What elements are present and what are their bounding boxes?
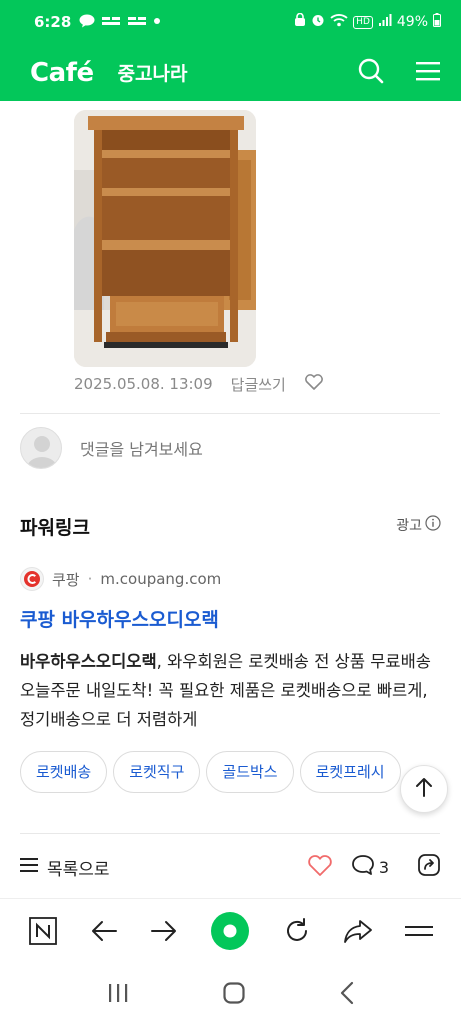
hd-icon: HD <box>353 15 373 29</box>
audio-rack-image <box>74 110 256 367</box>
heart-outline-icon[interactable] <box>304 373 324 395</box>
ad-label[interactable]: 광고 <box>396 515 441 535</box>
ad-source[interactable]: 쿠팡 · m.coupang.com <box>20 567 221 591</box>
avatar <box>20 427 62 469</box>
cafe-logo[interactable]: Café <box>30 58 94 88</box>
share-arrow-icon[interactable] <box>343 918 373 948</box>
post-date: 2025.05.08. 13:09 <box>74 375 213 393</box>
notification-icons <box>79 14 161 31</box>
comment-placeholder[interactable]: 댓글을 남겨보세요 <box>80 436 203 460</box>
signal-icon <box>378 13 392 31</box>
divider <box>20 413 440 414</box>
status-time: 6:28 <box>34 13 72 31</box>
back-arrow-icon[interactable] <box>90 919 118 947</box>
talk-icon <box>79 14 95 31</box>
comment-button[interactable]: 3 <box>351 854 389 880</box>
sitelink-chip[interactable]: 로켓프레시 <box>299 751 401 793</box>
browser-toolbar <box>0 898 461 966</box>
ad-source-domain: m.coupang.com <box>100 570 222 588</box>
status-bar: 6:28 HD 49% <box>0 0 461 44</box>
back-to-list-button[interactable]: 목록으로 <box>20 855 110 880</box>
ad-source-name: 쿠팡 <box>52 570 80 589</box>
post-content: 2025.05.08. 13:09 답글쓰기 댓글을 남겨보세요 파워링크 광고… <box>0 101 461 898</box>
ad-desc-bold: 바우하우스오디오랙 <box>20 652 157 671</box>
notification-icon <box>127 15 147 30</box>
info-icon[interactable] <box>425 515 441 535</box>
sitelink-chip[interactable]: 골드박스 <box>206 751 294 793</box>
cafe-name[interactable]: 중고나라 <box>118 59 188 86</box>
sitelink-chip[interactable]: 로켓직구 <box>113 751 201 793</box>
refresh-icon[interactable] <box>283 917 311 949</box>
post-actions: 3 <box>307 853 441 881</box>
separator-dot: · <box>87 570 93 588</box>
wifi-icon <box>330 13 348 31</box>
post-image[interactable] <box>74 110 256 367</box>
search-icon[interactable] <box>357 57 385 89</box>
status-right: HD 49% <box>294 12 441 31</box>
arrow-up-icon <box>413 776 435 802</box>
more-menu-icon[interactable] <box>404 921 433 945</box>
coupang-logo-icon <box>20 567 44 591</box>
powerlink-title: 파워링크 <box>20 517 90 539</box>
divider <box>20 833 440 834</box>
scroll-to-top-button[interactable] <box>400 765 448 813</box>
battery-icon <box>433 13 441 31</box>
home-icon[interactable] <box>222 981 246 1009</box>
heart-icon[interactable] <box>307 854 333 881</box>
battery-percent: 49% <box>396 14 428 30</box>
list-label: 목록으로 <box>47 859 110 880</box>
comment-icon <box>351 854 375 880</box>
home-dot-icon[interactable] <box>210 911 250 955</box>
notification-icon <box>101 15 121 30</box>
comment-count: 3 <box>378 857 389 877</box>
reply-button[interactable]: 답글쓰기 <box>231 374 286 395</box>
ad-description[interactable]: 바우하우스오디오랙, 와우회원은 로켓배송 전 상품 무료배송 오늘주문 내일도… <box>20 647 444 734</box>
ad-sitelinks: 로켓배송 로켓직구 골드박스 로켓프레시 <box>20 751 432 793</box>
header-icons <box>357 57 441 89</box>
hamburger-icon <box>20 857 38 878</box>
ad-label-text: 광고 <box>396 518 422 534</box>
post-meta: 2025.05.08. 13:09 답글쓰기 <box>74 373 324 395</box>
menu-icon[interactable] <box>415 60 441 86</box>
share-icon[interactable] <box>417 853 441 881</box>
comment-input-row[interactable]: 댓글을 남겨보세요 <box>20 427 203 469</box>
sitelink-chip[interactable]: 로켓배송 <box>20 751 108 793</box>
post-action-bar: 목록으로 3 <box>0 836 461 898</box>
forward-arrow-icon[interactable] <box>150 919 178 947</box>
alarm-icon <box>311 13 325 31</box>
dot-icon <box>153 17 161 28</box>
cafe-header: Café 중고나라 <box>0 44 461 101</box>
lock-icon <box>294 12 306 31</box>
system-navigation-bar <box>0 966 461 1024</box>
recents-icon[interactable] <box>106 982 130 1008</box>
back-icon[interactable] <box>339 981 355 1009</box>
naver-n-icon[interactable] <box>28 916 58 949</box>
ad-headline-link[interactable]: 쿠팡 바우하우스오디오랙 <box>20 605 219 632</box>
